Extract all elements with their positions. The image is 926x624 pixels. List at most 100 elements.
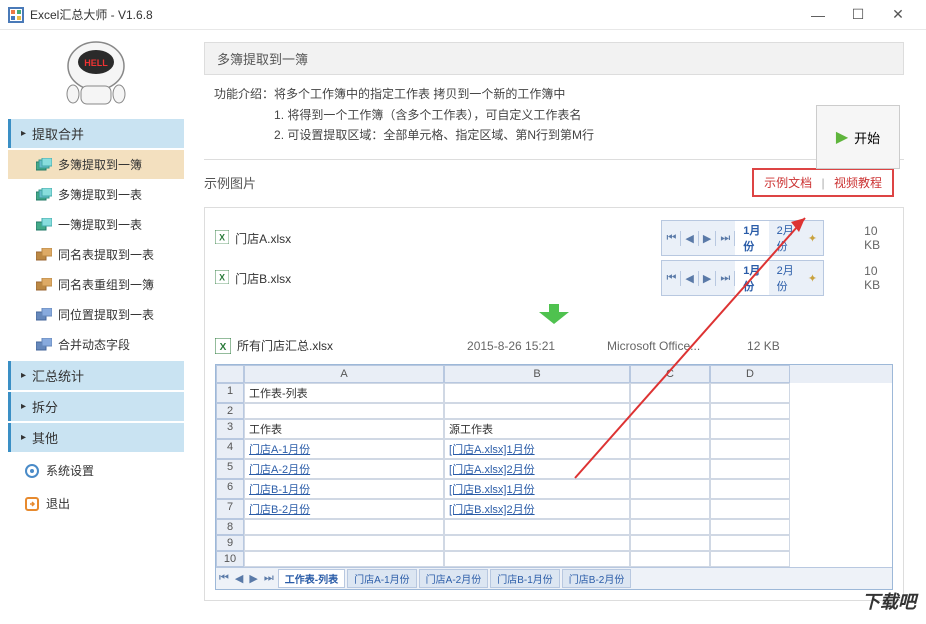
cell — [710, 551, 790, 567]
row-header[interactable]: 9 — [216, 535, 244, 551]
cell[interactable]: 门店A-1月份 — [244, 439, 444, 459]
col-header[interactable]: A — [244, 365, 444, 383]
tab-nav-last[interactable]: ⏭ — [261, 572, 277, 585]
expand-icon: ▸ — [21, 128, 26, 139]
example-doc-link[interactable]: 示例文档 — [764, 176, 812, 190]
sheet-tab-bar: ⏮ ◀ ▶ ⏭ 工作表-列表 门店A-1月份 门店A-2月份 门店B-1月份 门… — [216, 567, 892, 589]
col-header[interactable]: C — [630, 365, 710, 383]
tab-nav-first[interactable]: ⏮ — [216, 572, 232, 585]
category-split[interactable]: ▸ 拆分 — [8, 392, 184, 421]
play-icon: ▶ — [836, 127, 848, 147]
cell — [630, 403, 710, 419]
table-row: 4门店A-1月份[门店A.xlsx]1月份 — [216, 439, 892, 459]
cell — [630, 439, 710, 459]
content-panel: 多簿提取到一簿 功能介绍：将多个工作簿中的指定工作表 拷贝到一个新的工作簿中 1… — [192, 30, 926, 624]
cell — [444, 519, 630, 535]
sheet-tab[interactable]: 门店A-2月份 — [419, 569, 489, 588]
sheet-tab[interactable]: 1月份 — [735, 261, 768, 295]
category-extract-merge[interactable]: ▸ 提取合并 — [8, 119, 184, 148]
tab-nav-next[interactable]: ▶ — [246, 572, 260, 585]
cell: 工作表-列表 — [244, 383, 444, 403]
nav-multi-book-to-one-sheet[interactable]: 多簿提取到一表 — [8, 180, 184, 209]
result-file-row: X 所有门店汇总.xlsx 2015-8-26 15:21 Microsoft … — [215, 335, 893, 356]
cell[interactable]: [门店A.xlsx]1月份 — [444, 439, 630, 459]
svg-text:X: X — [219, 233, 225, 243]
cell — [630, 499, 710, 519]
tab-new-icon[interactable]: ✦ — [802, 271, 823, 286]
cell[interactable]: 门店B-1月份 — [244, 479, 444, 499]
nav-multi-book-to-one-book[interactable]: 多簿提取到一簿 — [8, 150, 184, 179]
nav-same-name-to-one-sheet[interactable]: 同名表提取到一表 — [8, 240, 184, 269]
tab-nav-next[interactable]: ▶ — [699, 271, 716, 286]
svg-text:X: X — [219, 273, 225, 283]
source-file-row: X 门店B.xlsx ⏮◀▶⏭ 1月份 2月份 ✦ 10 KB — [215, 258, 893, 298]
nav-one-book-to-one-sheet[interactable]: 一簿提取到一表 — [8, 210, 184, 239]
tab-nav-last[interactable]: ⏭ — [716, 231, 735, 246]
tab-nav-first[interactable]: ⏮ — [662, 271, 681, 286]
maximize-button[interactable]: ☐ — [838, 0, 878, 30]
cell — [710, 535, 790, 551]
cell[interactable]: [门店A.xlsx]2月份 — [444, 459, 630, 479]
cell — [630, 459, 710, 479]
row-header[interactable]: 4 — [216, 439, 244, 459]
video-tutorial-link[interactable]: 视频教程 — [834, 176, 882, 190]
sheet-tab[interactable]: 2月份 — [769, 261, 802, 295]
sheets-icon — [36, 158, 52, 172]
tab-nav-prev[interactable]: ◀ — [232, 572, 246, 585]
excel-icon: X — [215, 230, 229, 246]
close-button[interactable]: ✕ — [878, 0, 918, 30]
exit-icon — [24, 496, 40, 512]
row-header[interactable]: 10 — [216, 551, 244, 567]
row-header[interactable]: 6 — [216, 479, 244, 499]
cell: 源工作表 — [444, 419, 630, 439]
cell — [710, 499, 790, 519]
nav-same-name-regroup[interactable]: 同名表重组到一簿 — [8, 270, 184, 299]
row-header[interactable]: 2 — [216, 403, 244, 419]
sheet-tab[interactable]: 门店A-1月份 — [347, 569, 417, 588]
spreadsheet-preview: A B C D 1工作表-列表23工作表源工作表4门店A-1月份[门店A.xls… — [215, 364, 893, 590]
window-title: Excel汇总大师 - V1.6.8 — [30, 6, 798, 23]
cell: 工作表 — [244, 419, 444, 439]
tab-nav-next[interactable]: ▶ — [699, 231, 716, 246]
tab-nav-prev[interactable]: ◀ — [681, 231, 698, 246]
category-other[interactable]: ▸ 其他 — [8, 423, 184, 452]
nav-merge-dynamic-fields[interactable]: 合并动态字段 — [8, 330, 184, 359]
table-row: 8 — [216, 519, 892, 535]
row-header[interactable]: 5 — [216, 459, 244, 479]
sheet-tab[interactable]: 2月份 — [769, 221, 802, 255]
cell — [244, 551, 444, 567]
nav-same-position-to-one-sheet[interactable]: 同位置提取到一表 — [8, 300, 184, 329]
tab-nav-prev[interactable]: ◀ — [681, 271, 698, 286]
source-file-row: X 门店A.xlsx ⏮◀▶⏭ 1月份 2月份 ✦ 10 KB — [215, 218, 893, 258]
sheets-icon — [36, 338, 52, 352]
exit-button[interactable]: 退出 — [8, 489, 184, 518]
sheet-tab[interactable]: 门店B-1月份 — [490, 569, 560, 588]
minimize-button[interactable]: — — [798, 0, 838, 30]
tab-nav-last[interactable]: ⏭ — [716, 271, 735, 286]
bullet-1: 1. 将得到一个工作簿（含多个工作表），可自定义工作表名 — [274, 106, 904, 123]
cell — [710, 419, 790, 439]
cell — [710, 403, 790, 419]
select-all-corner[interactable] — [216, 365, 244, 383]
row-header[interactable]: 1 — [216, 383, 244, 403]
cell[interactable]: [门店B.xlsx]1月份 — [444, 479, 630, 499]
cell[interactable]: [门店B.xlsx]2月份 — [444, 499, 630, 519]
cell[interactable]: 门店B-2月份 — [244, 499, 444, 519]
sheet-tab[interactable]: 工作表-列表 — [278, 569, 345, 588]
cell — [444, 383, 630, 403]
cell[interactable]: 门店A-2月份 — [244, 459, 444, 479]
start-button[interactable]: ▶ 开始 — [816, 105, 900, 169]
row-header[interactable]: 8 — [216, 519, 244, 535]
system-settings[interactable]: 系统设置 — [8, 456, 184, 485]
category-summary-stats[interactable]: ▸ 汇总统计 — [8, 361, 184, 390]
tab-new-icon[interactable]: ✦ — [802, 231, 823, 246]
col-header[interactable]: D — [710, 365, 790, 383]
tab-nav-first[interactable]: ⏮ — [662, 231, 681, 246]
expand-icon: ▸ — [21, 370, 26, 381]
row-header[interactable]: 3 — [216, 419, 244, 439]
row-header[interactable]: 7 — [216, 499, 244, 519]
col-header[interactable]: B — [444, 365, 630, 383]
gear-icon — [24, 463, 40, 479]
sheet-tab[interactable]: 门店B-2月份 — [562, 569, 632, 588]
sheet-tab[interactable]: 1月份 — [735, 221, 768, 255]
